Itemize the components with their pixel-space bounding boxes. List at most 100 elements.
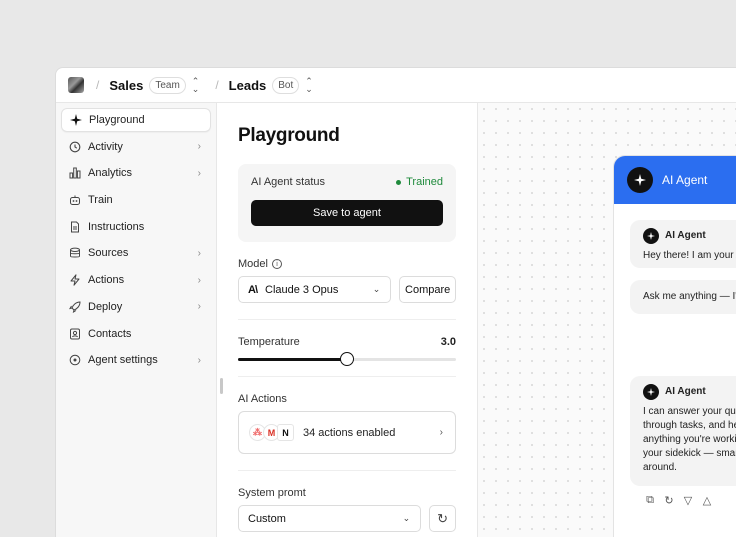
status-dot-icon	[396, 179, 402, 185]
agent-status-card: AI Agent status Trained Save to agent	[238, 164, 456, 242]
agent-avatar	[627, 167, 653, 193]
breadcrumb-workspace[interactable]: Sales	[109, 78, 143, 93]
sparkle-icon	[70, 114, 82, 126]
message-sender: AI Agent	[665, 386, 706, 397]
system-prompt-select[interactable]: Custom ⌄	[238, 505, 422, 532]
settings-icon	[69, 354, 81, 366]
sidebar-item-label: Playground	[89, 114, 145, 126]
bar-chart-icon	[69, 167, 81, 179]
message-text: anything you're workin	[643, 434, 736, 445]
sidebar-item-label: Deploy	[88, 300, 123, 313]
chevron-right-icon: ›	[197, 301, 201, 313]
sidebar: Playground Activity › Analytics › Train …	[56, 103, 217, 537]
sidebar-item-activity[interactable]: Activity ›	[61, 135, 211, 159]
breadcrumb-separator: /	[96, 78, 100, 92]
message-text: through tasks, and hel	[643, 420, 736, 431]
sidebar-item-label: Instructions	[88, 220, 145, 233]
message-text: I can answer your que	[643, 406, 736, 417]
chat-message: Ask me anything — I'm	[630, 280, 736, 314]
chat-header-title: AI Agent	[662, 173, 708, 187]
temperature-value: 3.0	[440, 336, 456, 348]
sidebar-item-sources[interactable]: Sources ›	[61, 241, 211, 265]
message-text: Ask me anything — I'm	[643, 291, 736, 302]
sidebar-item-train[interactable]: Train	[61, 188, 211, 212]
agent-badge: Bot	[272, 76, 300, 94]
refresh-icon: ↻	[437, 510, 449, 526]
breadcrumb-agent[interactable]: Leads	[229, 78, 267, 93]
status-label: AI Agent status	[251, 176, 325, 188]
chevron-right-icon: ›	[197, 274, 201, 286]
ai-actions-card[interactable]: ⁂ M N 34 actions enabled ›	[238, 411, 456, 454]
actions-summary: 34 actions enabled	[303, 426, 396, 439]
app-window: / Sales Team ⌃ ⌄ / Leads Bot ⌃ ⌄ Playgroun…	[55, 67, 736, 537]
history-icon	[69, 141, 81, 153]
sidebar-item-label: Agent settings	[88, 354, 158, 367]
slider-fill	[238, 358, 347, 361]
message-feedback-bar: ⧉ ↻ ▽ △	[644, 494, 713, 507]
sidebar-item-label: Train	[88, 194, 113, 207]
system-prompt-label: System promt	[238, 487, 306, 499]
message-text: your sidekick — smart	[643, 448, 736, 459]
sparkle-icon	[647, 232, 655, 240]
chevron-right-icon: ›	[197, 354, 201, 366]
playground-settings-panel: Playground AI Agent status Trained Save …	[217, 103, 478, 537]
chat-message: AI Agent Hey there! I am your A	[630, 220, 736, 268]
chat-header: AI Agent	[614, 156, 736, 204]
temperature-slider[interactable]	[238, 352, 456, 366]
sidebar-item-analytics[interactable]: Analytics ›	[61, 161, 211, 185]
chevron-right-icon: ›	[197, 141, 201, 153]
sidebar-item-contacts[interactable]: Contacts	[61, 322, 211, 346]
sidebar-item-label: Contacts	[88, 327, 132, 340]
chevron-up-down-icon[interactable]: ⌃ ⌄	[192, 77, 200, 94]
temperature-label: Temperature	[238, 336, 300, 348]
chevron-up-down-icon[interactable]: ⌃ ⌄	[305, 77, 313, 94]
top-bar: / Sales Team ⌃ ⌄ / Leads Bot ⌃ ⌄	[56, 68, 736, 103]
workspace-logo[interactable]	[68, 77, 84, 93]
sparkle-icon	[647, 388, 655, 396]
model-select-value: Claude 3 Opus	[265, 283, 339, 296]
section-divider	[238, 376, 456, 377]
chevron-right-icon: ›	[197, 247, 201, 259]
model-label: Model i	[238, 258, 456, 270]
section-divider	[238, 470, 456, 471]
chevron-right-icon: ›	[197, 167, 201, 179]
message-text: around.	[643, 462, 677, 473]
playground-canvas: AI Agent AI Agent Hey there! I am your A…	[478, 103, 736, 537]
section-divider	[238, 319, 456, 320]
sidebar-item-instructions[interactable]: Instructions	[61, 215, 211, 239]
sidebar-item-actions[interactable]: Actions ›	[61, 268, 211, 292]
sparkle-icon	[634, 174, 646, 186]
chevron-down-icon: ⌄	[402, 513, 411, 523]
sidebar-item-playground[interactable]: Playground	[61, 108, 211, 132]
compare-button[interactable]: Compare	[399, 276, 456, 303]
sidebar-item-label: Activity	[88, 140, 123, 153]
chat-message: AI Agent I can answer your que through t…	[630, 376, 736, 486]
system-prompt-value: Custom	[248, 512, 286, 525]
notion-icon: N	[277, 424, 294, 441]
slider-thumb[interactable]	[340, 352, 354, 366]
lightning-icon	[70, 274, 80, 286]
document-icon	[71, 221, 79, 233]
model-select[interactable]: A\ Claude 3 Opus ⌄	[238, 276, 392, 303]
rocket-icon	[69, 301, 81, 313]
thumbs-up-icon[interactable]: △	[701, 494, 713, 507]
sidebar-item-label: Analytics	[88, 167, 133, 180]
sidebar-item-agent-settings[interactable]: Agent settings ›	[61, 348, 211, 372]
agent-avatar	[643, 228, 659, 244]
info-icon[interactable]: i	[271, 259, 282, 269]
chat-widget: AI Agent AI Agent Hey there! I am your A…	[613, 155, 736, 537]
thumbs-down-icon[interactable]: ▽	[682, 494, 694, 507]
copy-icon[interactable]: ⧉	[644, 494, 656, 506]
message-text: Hey there! I am your A	[643, 250, 736, 261]
refresh-button[interactable]: ↻	[429, 505, 456, 532]
save-to-agent-button[interactable]: Save to agent	[251, 200, 443, 226]
regenerate-icon[interactable]: ↻	[663, 494, 675, 507]
ai-actions-label: AI Actions	[238, 393, 287, 405]
message-sender: AI Agent	[665, 230, 706, 241]
workspace-badge: Team	[149, 76, 186, 94]
breadcrumb-separator: /	[215, 78, 219, 92]
chevron-right-icon: ›	[439, 427, 443, 438]
sidebar-item-deploy[interactable]: Deploy ›	[61, 295, 211, 319]
contact-card-icon	[70, 328, 80, 339]
sidebar-item-label: Actions	[88, 274, 125, 287]
